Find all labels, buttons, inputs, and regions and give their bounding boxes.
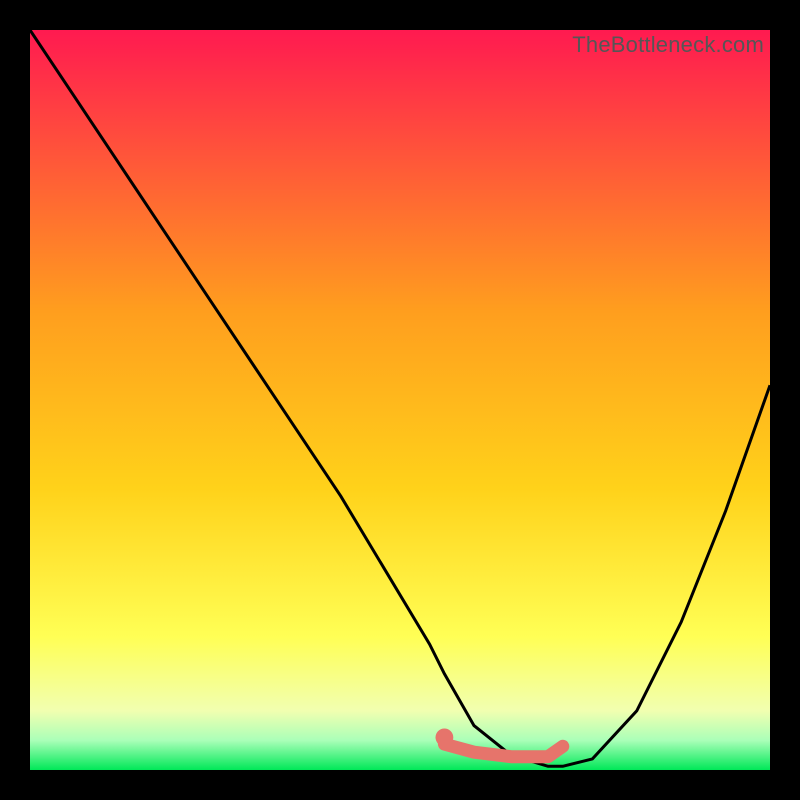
optimal-range-marker — [444, 744, 562, 757]
bottleneck-curve — [30, 30, 770, 766]
plot-area: TheBottleneck.com — [30, 30, 770, 770]
watermark-text: TheBottleneck.com — [572, 32, 764, 58]
marker-start-dot — [436, 729, 454, 747]
chart-svg — [30, 30, 770, 770]
chart-frame: TheBottleneck.com — [0, 0, 800, 800]
